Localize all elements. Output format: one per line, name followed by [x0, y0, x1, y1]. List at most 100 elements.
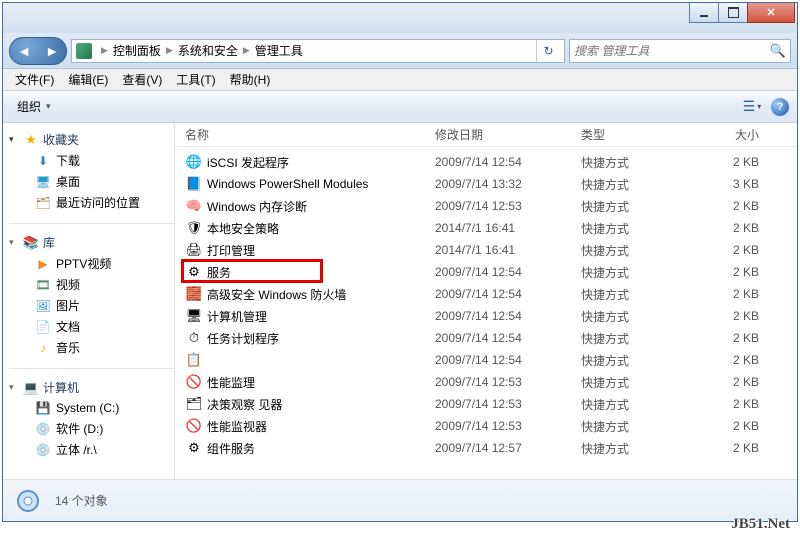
close-button[interactable] [747, 3, 795, 23]
file-date: 2009/7/14 12:54 [435, 309, 581, 323]
breadcrumb-item[interactable]: 系统和安全 [178, 42, 238, 59]
sidebar-item-c-drive[interactable]: 💾System (C:) [9, 398, 174, 418]
menu-tools[interactable]: 工具(T) [170, 69, 221, 90]
collapse-icon: ▾ [9, 237, 19, 248]
file-size: 2 KB [711, 199, 771, 213]
search-input[interactable] [574, 44, 770, 58]
file-row[interactable]: 🧱高级安全 Windows 防火墙2009/7/14 12:54快捷方式2 KB [175, 283, 797, 305]
collapse-icon: ▾ [9, 134, 19, 145]
sidebar-item-d-drive[interactable]: 💿软件 (D:) [9, 418, 174, 439]
file-icon: 🚫 [185, 418, 203, 434]
file-date: 2009/7/14 12:53 [435, 199, 581, 213]
file-date: 2009/7/14 12:57 [435, 441, 581, 455]
star-icon: ★ [23, 132, 39, 148]
organize-label: 组织 [17, 98, 41, 115]
chevron-right-icon: ▶ [166, 45, 173, 56]
search-box[interactable]: 🔍 [569, 39, 791, 63]
file-row[interactable]: 🖥计算机管理2009/7/14 12:54快捷方式2 KB [175, 305, 797, 327]
file-date: 2009/7/14 13:32 [435, 177, 581, 191]
file-list[interactable]: 🌐iSCSI 发起程序2009/7/14 12:54快捷方式2 KB📘Windo… [175, 147, 797, 479]
sidebar-label: 计算机 [43, 379, 79, 396]
file-type: 快捷方式 [581, 220, 711, 237]
column-headers: 名称 修改日期 类型 大小 [175, 123, 797, 147]
sidebar-item-pictures[interactable]: 🖼图片 [9, 295, 174, 316]
sidebar-item-label: 软件 (D:) [56, 420, 103, 437]
file-name: Windows PowerShell Modules [207, 177, 435, 191]
file-icon: 🚫 [185, 374, 203, 390]
pptv-icon: ▶ [35, 256, 51, 272]
file-icon: ⚙ [185, 264, 203, 280]
breadcrumb-item[interactable]: 管理工具 [255, 42, 303, 59]
file-size: 2 KB [711, 441, 771, 455]
file-name: 本地安全策略 [207, 220, 435, 237]
sidebar-header-libraries[interactable]: ▾ 📚 库 [9, 232, 174, 253]
column-name[interactable]: 名称 [185, 126, 435, 143]
sidebar-item-videos[interactable]: 🎞视频 [9, 274, 174, 295]
column-date[interactable]: 修改日期 [435, 126, 581, 143]
sidebar-item-music[interactable]: ♪音乐 [9, 337, 174, 358]
download-icon: ⬇ [35, 153, 51, 169]
file-row[interactable]: ⚙服务2009/7/14 12:54快捷方式2 KB [175, 261, 797, 283]
breadcrumb[interactable]: ▶ 控制面板 ▶ 系统和安全 ▶ 管理工具 ↻ [71, 39, 565, 63]
file-row[interactable]: ⏱任务计划程序2009/7/14 12:54快捷方式2 KB [175, 327, 797, 349]
sidebar-item-documents[interactable]: 📄文档 [9, 316, 174, 337]
file-row[interactable]: 🗂决策观察 见器2009/7/14 12:53快捷方式2 KB [175, 393, 797, 415]
file-icon: ⚙ [185, 440, 203, 456]
file-type: 快捷方式 [581, 286, 711, 303]
file-name: 性能监理 [207, 374, 435, 391]
file-icon: 🗂 [185, 396, 203, 412]
sidebar-item-label: System (C:) [56, 401, 119, 415]
file-type: 快捷方式 [581, 198, 711, 215]
file-row[interactable]: 🧠Windows 内存诊断2009/7/14 12:53快捷方式2 KB [175, 195, 797, 217]
file-row[interactable]: 🚫性能监视器2009/7/14 12:53快捷方式2 KB [175, 415, 797, 437]
sidebar-group-favorites: ▾ ★ 收藏夹 ⬇下载 🖥桌面 🗂最近访问的位置 [9, 129, 174, 213]
file-row[interactable]: 🖨打印管理2014/7/1 16:41快捷方式2 KB [175, 239, 797, 261]
chevron-right-icon: ▶ [101, 45, 108, 56]
file-name: 服务 [207, 264, 435, 281]
sidebar-header-computer[interactable]: ▾ 💻 计算机 [9, 377, 174, 398]
control-panel-icon [76, 43, 92, 59]
file-size: 2 KB [711, 419, 771, 433]
file-date: 2009/7/14 12:53 [435, 375, 581, 389]
menu-view[interactable]: 查看(V) [116, 69, 168, 90]
file-icon: 🌐 [185, 154, 203, 170]
command-bar: 组织 ☰ ? [3, 91, 797, 123]
file-icon: 🧱 [185, 286, 203, 302]
sidebar-label: 库 [43, 234, 55, 251]
sidebar-item-downloads[interactable]: ⬇下载 [9, 150, 174, 171]
breadcrumb-item[interactable]: 控制面板 [113, 42, 161, 59]
sidebar-header-favorites[interactable]: ▾ ★ 收藏夹 [9, 129, 174, 150]
minimize-button[interactable] [689, 3, 719, 23]
file-date: 2009/7/14 12:54 [435, 265, 581, 279]
file-name: 计算机管理 [207, 308, 435, 325]
file-date: 2009/7/14 12:54 [435, 155, 581, 169]
menu-file[interactable]: 文件(F) [9, 69, 60, 90]
file-list-pane: 名称 修改日期 类型 大小 🌐iSCSI 发起程序2009/7/14 12:54… [175, 123, 797, 479]
file-row[interactable]: 📘Windows PowerShell Modules2009/7/14 13:… [175, 173, 797, 195]
file-row[interactable]: 🌐iSCSI 发起程序2009/7/14 12:54快捷方式2 KB [175, 151, 797, 173]
sidebar-item-label: 立体 /r.\ [56, 441, 97, 458]
nav-back-forward[interactable]: ◄ ► [9, 37, 67, 65]
refresh-button[interactable]: ↻ [536, 40, 560, 62]
menu-help[interactable]: 帮助(H) [224, 69, 277, 90]
sidebar-item-desktop[interactable]: 🖥桌面 [9, 171, 174, 192]
file-name: 高级安全 Windows 防火墙 [207, 286, 435, 303]
sidebar-item-pptv[interactable]: ▶PPTV视频 [9, 253, 174, 274]
file-row[interactable]: 📋2009/7/14 12:54快捷方式2 KB [175, 349, 797, 371]
sidebar-item-other-drive[interactable]: 💿立体 /r.\ [9, 439, 174, 460]
column-type[interactable]: 类型 [581, 126, 711, 143]
organize-button[interactable]: 组织 [11, 94, 57, 119]
music-icon: ♪ [35, 340, 51, 356]
view-options-button[interactable]: ☰ [741, 97, 763, 117]
address-bar-row: ◄ ► ▶ 控制面板 ▶ 系统和安全 ▶ 管理工具 ↻ 🔍 [3, 33, 797, 69]
column-size[interactable]: 大小 [711, 126, 771, 143]
maximize-button[interactable] [718, 3, 748, 23]
file-row[interactable]: 🚫性能监理2009/7/14 12:53快捷方式2 KB [175, 371, 797, 393]
file-row[interactable]: 🛡本地安全策略2014/7/1 16:41快捷方式2 KB [175, 217, 797, 239]
menu-edit[interactable]: 编辑(E) [62, 69, 114, 90]
file-row[interactable]: ⚙组件服务2009/7/14 12:57快捷方式2 KB [175, 437, 797, 459]
window-controls [690, 3, 795, 23]
sidebar-item-recent[interactable]: 🗂最近访问的位置 [9, 192, 174, 213]
help-button[interactable]: ? [771, 98, 789, 116]
file-size: 2 KB [711, 155, 771, 169]
